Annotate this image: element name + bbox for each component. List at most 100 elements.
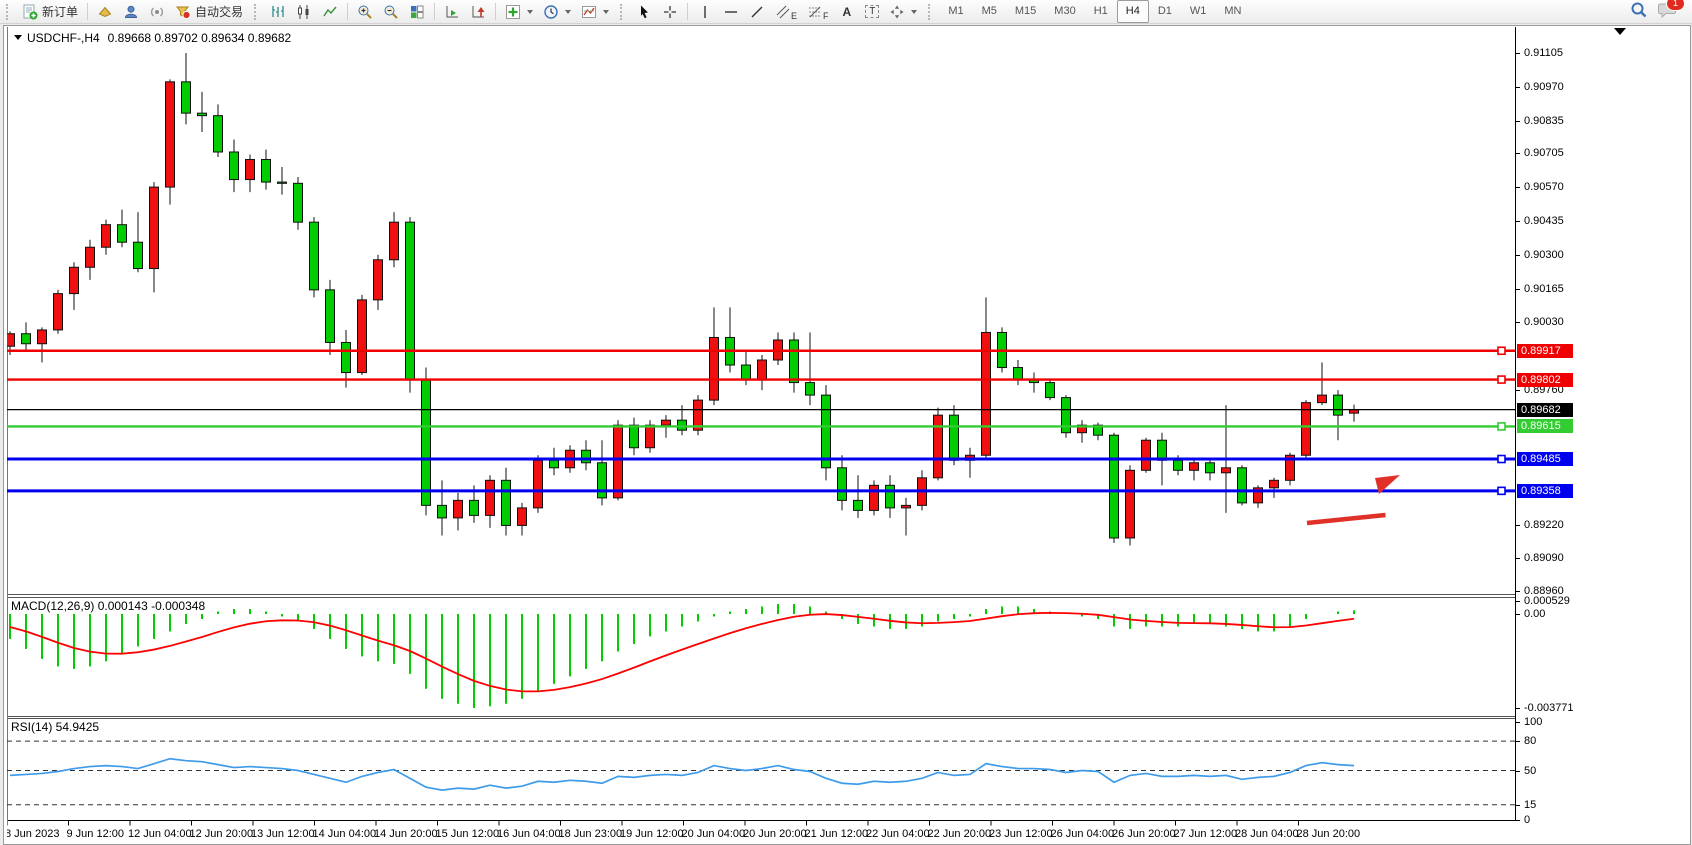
candle — [614, 425, 623, 498]
candle — [230, 152, 239, 180]
candle — [342, 342, 351, 372]
cursor-button[interactable] — [631, 1, 657, 23]
auto-trading-label: 自动交易 — [195, 3, 243, 20]
date-axis-label: 16 Jun 04:00 — [497, 828, 561, 840]
candle — [550, 460, 559, 468]
timeframe-w1-button[interactable]: W1 — [1181, 0, 1216, 23]
candle — [294, 183, 303, 222]
candle — [22, 334, 31, 344]
profile-icon — [123, 4, 139, 20]
chevron-down-icon — [527, 10, 533, 14]
bar-chart-button[interactable] — [265, 1, 291, 23]
chat-button[interactable]: 1 — [1658, 1, 1678, 22]
candle — [1318, 395, 1327, 403]
date-axis-label: 26 Jun 04:00 — [1051, 828, 1115, 840]
candle — [950, 415, 959, 460]
periods-button[interactable] — [538, 1, 576, 23]
zoom-out-button[interactable] — [378, 1, 404, 23]
collapse-triangle-icon[interactable] — [14, 35, 22, 40]
candle — [86, 247, 95, 267]
timeframe-m30-button[interactable]: M30 — [1045, 0, 1084, 23]
price-axis-label: 0.90835 — [1524, 114, 1564, 128]
arrows-icon — [889, 4, 905, 20]
candlestick-button[interactable] — [291, 1, 317, 23]
zoom-in-icon — [357, 4, 373, 20]
zoom-in-button[interactable] — [352, 1, 378, 23]
price-axis-label: 0.90165 — [1524, 282, 1564, 296]
horizontal-line-button[interactable] — [718, 1, 744, 23]
timeframe-h4-button[interactable]: H4 — [1117, 0, 1149, 23]
line-handle[interactable] — [1498, 456, 1505, 463]
trendline-button[interactable] — [744, 1, 770, 23]
line-chart-icon — [322, 4, 338, 20]
chart-canvas[interactable]: 8 Jun 20239 Jun 12:0012 Jun 04:0012 Jun … — [7, 27, 1515, 844]
line-chart-button[interactable] — [317, 1, 343, 23]
date-axis-label: 22 Jun 20:00 — [928, 828, 992, 840]
line-handle[interactable] — [1498, 376, 1505, 383]
date-axis-label: 12 Jun 04:00 — [128, 828, 192, 840]
indicators-button[interactable] — [500, 1, 538, 23]
price-axis-label: 0.90435 — [1524, 214, 1564, 228]
toolbar-grip — [6, 4, 13, 20]
candle — [1238, 468, 1247, 503]
price-axis-label: 0.90300 — [1524, 248, 1564, 262]
chart-shift-button[interactable] — [465, 1, 491, 23]
timeframe-m15-button[interactable]: M15 — [1006, 0, 1045, 23]
arrows-button[interactable] — [884, 1, 922, 23]
price-axis[interactable]: 0.911050.909700.908350.907050.905700.904… — [1515, 27, 1689, 843]
crosshair-button[interactable] — [657, 1, 683, 23]
cursor-icon — [636, 4, 652, 20]
new-order-label: 新订单 — [42, 3, 78, 20]
candle — [198, 113, 207, 116]
timeframe-m1-button[interactable]: M1 — [939, 0, 972, 23]
styler-button[interactable] — [92, 1, 118, 23]
candle — [1190, 463, 1199, 471]
auto-scroll-button[interactable] — [439, 1, 465, 23]
date-axis-label: 18 Jun 23:00 — [559, 828, 623, 840]
chart-window: USDCHF-,H40.89668 0.89702 0.89634 0.8968… — [3, 25, 1691, 845]
price-line-tag: 0.89358 — [1517, 484, 1573, 498]
candle — [374, 260, 383, 300]
line-handle[interactable] — [1498, 487, 1505, 494]
date-axis-label: 26 Jun 20:00 — [1112, 828, 1176, 840]
date-axis-label: 19 Jun 12:00 — [620, 828, 684, 840]
timeframe-m5-button[interactable]: M5 — [973, 0, 1006, 23]
horizontal-line-icon — [723, 4, 739, 20]
text-button[interactable]: A — [834, 1, 861, 23]
new-order-button[interactable]: 新订单 — [17, 1, 83, 23]
search-icon — [1630, 1, 1648, 19]
rsi-indicator-label: RSI(14) 54.9425 — [11, 720, 99, 734]
channel-button[interactable]: E — [770, 1, 802, 23]
line-handle[interactable] — [1498, 347, 1505, 354]
candle — [182, 82, 191, 113]
templates-button[interactable] — [576, 1, 614, 23]
candle — [422, 380, 431, 505]
rsi-axis-label: 100 — [1524, 715, 1542, 729]
candle — [518, 508, 527, 526]
candle — [438, 505, 447, 518]
chart-title: USDCHF-,H40.89668 0.89702 0.89634 0.8968… — [14, 31, 291, 45]
date-axis-label: 15 Jun 12:00 — [436, 828, 500, 840]
date-axis-label: 13 Jun 12:00 — [251, 828, 315, 840]
vertical-line-button[interactable] — [692, 1, 718, 23]
profile-button[interactable] — [118, 1, 144, 23]
channel-tool-label: E — [791, 11, 797, 21]
text-label-button[interactable]: T — [860, 1, 884, 23]
line-handle[interactable] — [1498, 423, 1505, 430]
candle — [1158, 440, 1167, 460]
macd-indicator-label: MACD(12,26,9) 0.000143 -0.000348 — [11, 599, 205, 613]
tile-windows-button[interactable] — [404, 1, 430, 23]
search-button[interactable] — [1630, 1, 1648, 22]
broadcast-button[interactable] — [144, 1, 170, 23]
timeframe-d1-button[interactable]: D1 — [1149, 0, 1181, 23]
candle — [1270, 480, 1279, 488]
timeframe-mn-button[interactable]: MN — [1215, 0, 1250, 23]
channel-icon — [775, 4, 791, 20]
candle — [758, 360, 767, 380]
fibonacci-button[interactable]: F — [802, 1, 834, 23]
rsi-axis-label: 50 — [1524, 764, 1536, 778]
candle — [1206, 463, 1215, 473]
timeframe-h1-button[interactable]: H1 — [1085, 0, 1117, 23]
auto-trading-button[interactable]: 自动交易 — [170, 1, 248, 23]
candle — [134, 242, 143, 268]
